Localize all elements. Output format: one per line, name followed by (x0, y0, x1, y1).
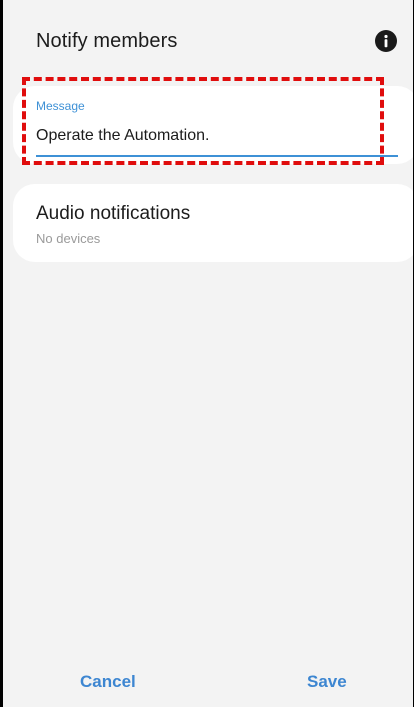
cancel-button[interactable]: Cancel (80, 672, 136, 692)
audio-notifications-item[interactable]: Audio notifications No devices (13, 184, 413, 262)
audio-notifications-title: Audio notifications (36, 203, 191, 224)
message-underline (36, 155, 398, 157)
info-button[interactable] (375, 30, 397, 52)
message-input[interactable] (36, 124, 402, 148)
page-title: Notify members (36, 30, 178, 52)
info-icon (375, 30, 397, 52)
footer: Cancel Save (3, 660, 413, 707)
message-card: Message (13, 86, 413, 164)
message-label: Message (36, 99, 85, 113)
notify-members-screen: Notify members Message Audio notificatio… (3, 0, 413, 707)
audio-notifications-subtitle: No devices (36, 231, 101, 246)
save-button[interactable]: Save (307, 672, 347, 692)
header: Notify members (3, 0, 413, 82)
